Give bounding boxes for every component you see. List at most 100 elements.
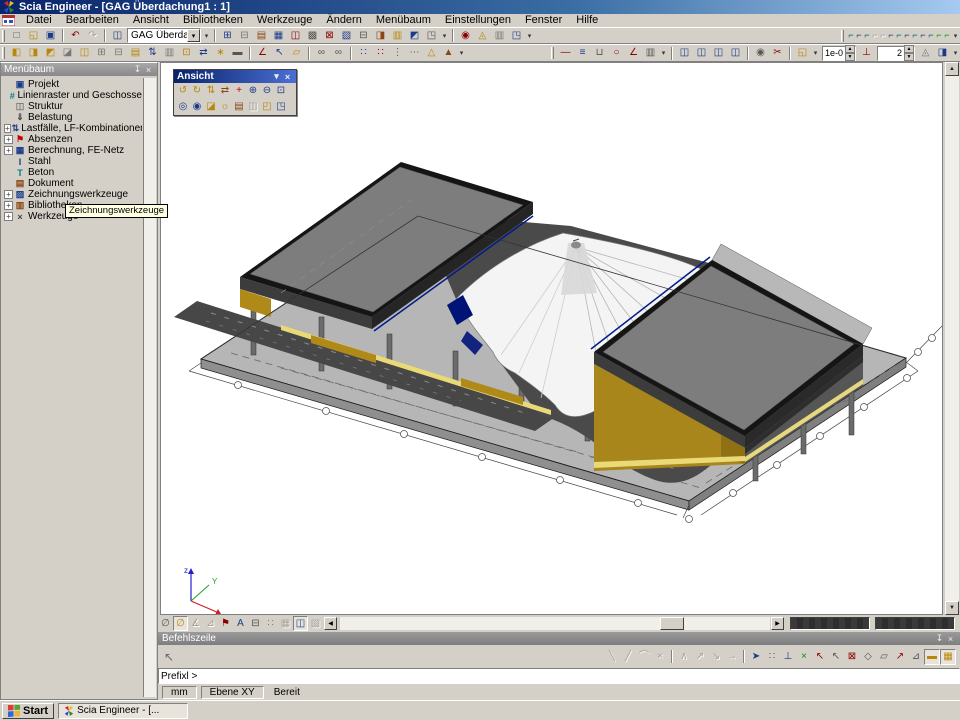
export-icon[interactable]: ◳	[423, 28, 440, 43]
sidebar-item[interactable]: +▦Berechnung, FE-Netz	[3, 145, 142, 156]
sidebar-scrollbar[interactable]	[143, 78, 156, 697]
node-icon[interactable]: ⇄	[195, 46, 212, 61]
project-extra-dropdown-icon[interactable]: ▾	[202, 28, 211, 43]
view-config-13-icon[interactable]: ⌐	[943, 28, 951, 43]
toolbar-grip[interactable]	[841, 30, 844, 42]
menu-item[interactable]: Bibliotheken	[176, 14, 250, 26]
dim-line-icon[interactable]: —	[557, 46, 574, 61]
open-button[interactable]: ◱	[25, 28, 42, 43]
up-icon[interactable]: △	[423, 46, 440, 61]
grid-snap-icon[interactable]: ∷	[764, 649, 780, 665]
output-overflow-icon[interactable]: ▾	[525, 28, 534, 43]
image-icon[interactable]: ◩	[406, 28, 423, 43]
light-icon[interactable]: ☼	[218, 100, 232, 114]
snap-near-icon[interactable]: ⊿	[908, 649, 924, 665]
clipboard-4-icon[interactable]: ◫	[727, 46, 744, 61]
column-icon[interactable]: ⊞	[93, 46, 110, 61]
filter-icon[interactable]: ⋮	[389, 46, 406, 61]
gallery-icon[interactable]: ▥	[389, 28, 406, 43]
snap-mid-icon[interactable]: ↖	[828, 649, 844, 665]
scale-spinner[interactable]: 1e-0 ▲▼	[822, 46, 856, 61]
command-line-header[interactable]: Befehlszeile ↧ ×	[158, 632, 960, 645]
vertical-scrollbar[interactable]: ▲ ▼	[945, 62, 959, 615]
snap-grid2-icon[interactable]: ▦	[940, 649, 956, 665]
ansicht-header[interactable]: Ansicht ▾ ×	[174, 70, 296, 83]
rotate-free-icon[interactable]: ⇄	[218, 84, 232, 98]
glasses-2-icon[interactable]: ∞	[330, 46, 347, 61]
line-icon[interactable]: ◨	[25, 46, 42, 61]
axis-icon[interactable]: +	[232, 84, 246, 98]
section-icon[interactable]: ◫	[287, 28, 304, 43]
flag-icon[interactable]: ⚑	[218, 616, 233, 631]
plate-icon[interactable]: ▤	[127, 46, 144, 61]
sidebar-item[interactable]: ⇓Belastung	[3, 112, 142, 123]
new-button[interactable]: □	[8, 28, 25, 43]
sidebar-item[interactable]: IStahl	[3, 156, 142, 167]
horizontal-scrollbar[interactable]	[340, 617, 770, 630]
expand-icon[interactable]: +	[4, 124, 11, 133]
measure-icon[interactable]: ∡	[188, 616, 203, 631]
pin-icon[interactable]: ↧	[934, 633, 945, 644]
sidebar-item[interactable]: #Linienraster und Geschosse	[3, 90, 142, 101]
view-config-5-icon[interactable]: ⌐	[879, 28, 887, 43]
scroll-left-icon[interactable]: ◀	[324, 617, 337, 630]
menu-item[interactable]: Fenster	[518, 14, 569, 26]
zoom-selection-icon[interactable]: ◉	[190, 100, 204, 114]
snap-dot-icon[interactable]: ▬	[924, 649, 940, 665]
activity-overflow-icon[interactable]: ▾	[440, 28, 449, 43]
mesh-icon[interactable]: ▦	[270, 28, 287, 43]
scroll-down-icon[interactable]: ▼	[945, 601, 959, 615]
spinner-arrows-icon[interactable]: ▲▼	[904, 45, 914, 61]
zoom-out-icon[interactable]: ⊖	[260, 84, 274, 98]
units-cell[interactable]: mm	[162, 686, 197, 699]
window-config-icon[interactable]: ◰	[260, 100, 274, 114]
grid-step-icon[interactable]: ⊥	[858, 46, 875, 61]
open-overflow-icon[interactable]: ▾	[811, 46, 820, 61]
step-spinner[interactable]: 2 ▲▼	[877, 46, 915, 61]
layers-icon[interactable]: ▤	[253, 28, 270, 43]
snap-se-icon[interactable]: ↘	[708, 649, 724, 665]
menu-item[interactable]: Menübaum	[369, 14, 438, 26]
clipboard-1-icon[interactable]: ◫	[676, 46, 693, 61]
clip-off-icon[interactable]: ∅	[158, 616, 173, 631]
shell-icon[interactable]: ▥	[161, 46, 178, 61]
sidebar-item[interactable]: ▣Projekt	[3, 79, 142, 90]
down-icon[interactable]: ▲	[440, 46, 457, 61]
rotate-up-icon[interactable]: ⇅	[204, 84, 218, 98]
select-overflow-icon[interactable]: ▾	[457, 46, 466, 61]
close-icon[interactable]: ×	[945, 633, 956, 644]
snap-line-icon[interactable]: ╲	[604, 649, 620, 665]
sidebar-item[interactable]: TBeton	[3, 167, 142, 178]
snap-curve-icon[interactable]: →	[724, 649, 740, 665]
menu-item[interactable]: Ansicht	[126, 14, 176, 26]
beam-icon[interactable]: ⊟	[110, 46, 127, 61]
snap-seg-icon[interactable]: ╱	[620, 649, 636, 665]
activity-2-icon[interactable]: ⊟	[236, 28, 253, 43]
preview-icon[interactable]: ◨	[372, 28, 389, 43]
star-icon[interactable]: ∗	[212, 46, 229, 61]
expand-icon[interactable]: +	[4, 146, 13, 155]
activity-1-icon[interactable]: ⊞	[219, 28, 236, 43]
close-icon[interactable]: ×	[282, 71, 293, 82]
window-2-icon[interactable]: ◫	[293, 616, 308, 631]
glasses-1-icon[interactable]: ∞	[313, 46, 330, 61]
end-overflow-icon[interactable]: ▾	[951, 46, 960, 61]
snap-x-icon[interactable]: ×	[652, 649, 668, 665]
point-icon[interactable]: ◧	[8, 46, 25, 61]
dots-icon[interactable]: ∷	[263, 616, 278, 631]
dim-overflow-icon[interactable]: ▾	[659, 46, 668, 61]
menu-item[interactable]: Bearbeiten	[59, 14, 126, 26]
sidebar-item[interactable]: ▤Dokument	[3, 178, 142, 189]
project-window-button[interactable]: ◫	[109, 28, 126, 43]
view-config-6-icon[interactable]: ⌐	[887, 28, 895, 43]
zoom-window-icon[interactable]: ⊡	[274, 84, 288, 98]
print-2-icon[interactable]: ⊟	[248, 616, 263, 631]
menu-item[interactable]: Ändern	[319, 14, 368, 26]
hatch-icon[interactable]: ▩	[304, 28, 321, 43]
scrollbar-thumb[interactable]	[660, 617, 684, 630]
dim-bracket-icon[interactable]: ⊔	[591, 46, 608, 61]
angle-icon[interactable]: ∠	[254, 46, 271, 61]
results-icon[interactable]: ▥	[491, 28, 508, 43]
view-config-3-icon[interactable]: ⌐	[863, 28, 871, 43]
polyline-icon[interactable]: ◩	[42, 46, 59, 61]
